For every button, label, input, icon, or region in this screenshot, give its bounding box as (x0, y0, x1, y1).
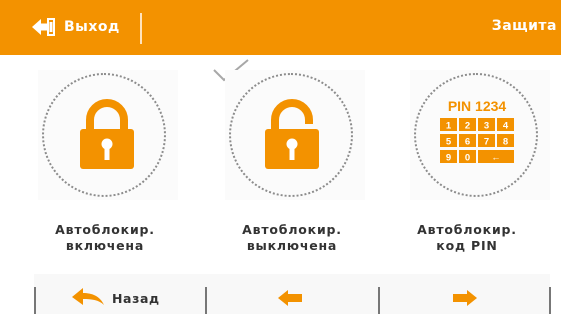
pin-key: 3 (484, 121, 489, 132)
pin-keypad: 1 2 3 4 5 6 7 8 9 0 ← (440, 118, 514, 164)
pin-key: 1 (446, 121, 452, 132)
pin-key: 4 (503, 121, 509, 132)
pin-key: 9 (446, 153, 451, 164)
exit-icon (32, 18, 55, 36)
top-bar: Выход Защита (0, 0, 561, 55)
exit-button[interactable]: Выход (30, 12, 130, 42)
back-arrow-icon (72, 288, 104, 305)
pin-key: 0 (465, 153, 470, 164)
arrow-right-icon (453, 290, 477, 306)
pin-keypad-icon: PIN 1234 1 2 3 4 5 6 7 8 9 0 ← (440, 98, 514, 164)
option-caption-autolock-on: Автоблокир. включена (10, 222, 200, 254)
bottom-divider (205, 287, 207, 314)
caption-line: включена (65, 238, 145, 253)
caption-line: код PIN (436, 238, 498, 253)
option-autolock-on[interactable] (38, 70, 178, 200)
caption-line: выключена (246, 238, 338, 253)
pin-key: 2 (465, 121, 470, 132)
back-button[interactable]: Назад (70, 282, 160, 314)
back-label: Назад (112, 290, 160, 306)
caption-line: Автоблокир. (417, 222, 517, 237)
pin-key: ← (491, 153, 501, 164)
header-divider (140, 13, 142, 44)
caption-line: Автоблокир. (242, 222, 342, 237)
pin-key: 8 (503, 137, 508, 148)
pin-key: 6 (465, 137, 470, 148)
caption-line: Автоблокир. (55, 222, 155, 237)
page-title: Защита (491, 18, 557, 34)
arrow-left-icon (278, 290, 302, 306)
bottom-divider (34, 287, 36, 314)
lock-closed-icon (80, 99, 134, 169)
bottom-divider (549, 287, 551, 314)
option-autolock-pin[interactable]: PIN 1234 1 2 3 4 5 6 7 8 9 0 ← (410, 70, 550, 200)
bottom-divider (378, 287, 380, 314)
pin-title: PIN 1234 (448, 98, 507, 114)
next-button[interactable] (451, 282, 479, 314)
lock-open-icon (265, 99, 319, 169)
pin-key: 5 (446, 137, 452, 148)
option-caption-autolock-pin: Автоблокир. код PIN (372, 222, 561, 254)
pin-key: 7 (484, 137, 489, 148)
previous-button[interactable] (276, 282, 304, 314)
exit-label: Выход (64, 19, 120, 35)
option-caption-autolock-off: Автоблокир. выключена (197, 222, 387, 254)
option-autolock-off[interactable] (225, 70, 365, 200)
